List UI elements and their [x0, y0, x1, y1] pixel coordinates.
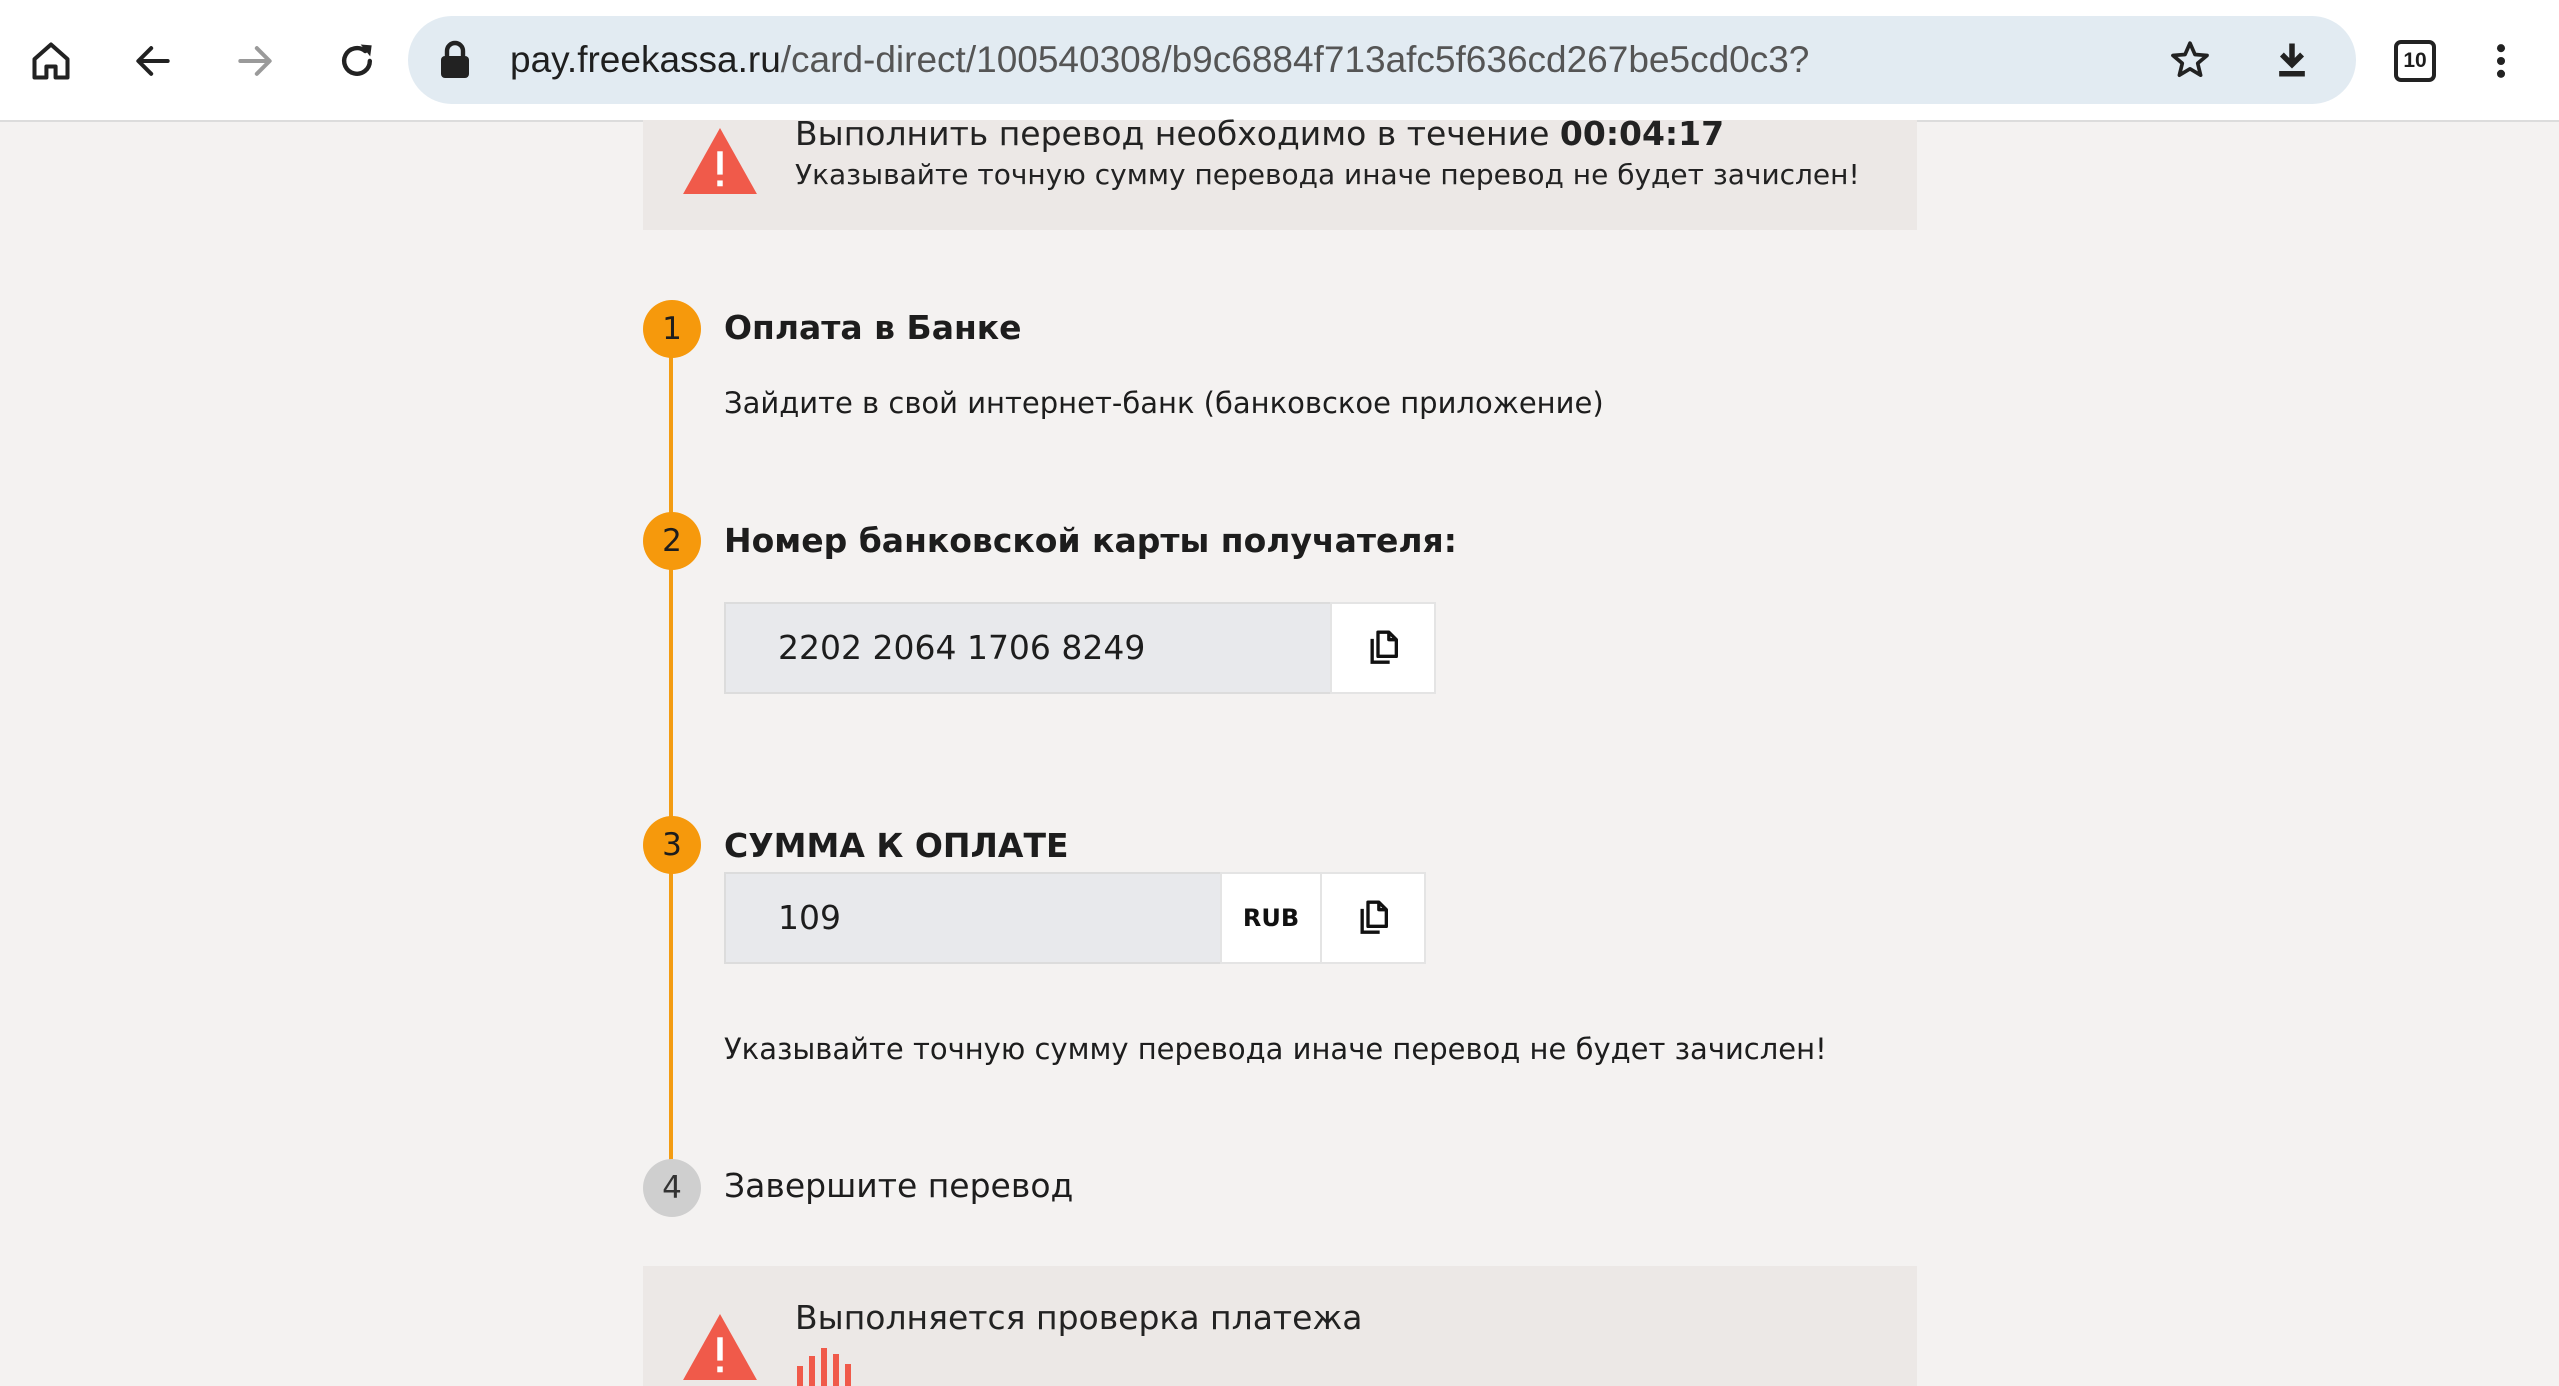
warning-icon	[683, 127, 757, 195]
copy-icon	[1360, 900, 1388, 934]
card-number-field[interactable]: 2202 2064 1706 8249	[724, 602, 1332, 694]
home-icon[interactable]	[16, 26, 86, 96]
more-icon[interactable]	[2466, 26, 2536, 96]
step-1-text: Зайдите в свой интернет-банк (банковское…	[724, 386, 1604, 420]
timer-alert-note: Указывайте точную сумму перевода иначе п…	[795, 158, 1860, 191]
warning-icon	[683, 1313, 757, 1381]
reload-icon[interactable]	[322, 26, 392, 96]
timer-alert-text: Выполнить перевод необходимо в течение 0…	[795, 114, 1724, 153]
amount-field[interactable]: 109	[724, 872, 1222, 964]
currency-text: RUB	[1242, 904, 1300, 932]
payment-status-alert: Выполняется проверка платежа	[643, 1266, 1917, 1386]
countdown-timer: 00:04:17	[1559, 114, 1725, 153]
loading-bars-icon	[797, 1348, 851, 1386]
back-icon[interactable]	[118, 26, 188, 96]
step-4-badge: 4	[643, 1159, 701, 1217]
star-icon[interactable]	[2160, 30, 2220, 90]
forward-icon[interactable]	[220, 26, 290, 96]
currency-label: RUB	[1220, 872, 1322, 964]
step-3-title: СУММА К ОПЛАТЕ	[724, 826, 1069, 865]
payment-status-text: Выполняется проверка платежа	[795, 1298, 1363, 1337]
copy-card-button[interactable]	[1330, 602, 1436, 694]
step-4-title: Завершите перевод	[724, 1166, 1074, 1205]
step-2-badge: 2	[643, 512, 701, 570]
step-3-badge: 3	[643, 816, 701, 874]
address-bar[interactable]: pay.freekassa.ru/card-direct/100540308/b…	[408, 16, 2356, 104]
step-1-title: Оплата в Банке	[724, 308, 1022, 347]
browser-toolbar: pay.freekassa.ru/card-direct/100540308/b…	[0, 0, 2559, 122]
timer-alert: Выполнить перевод необходимо в течение 0…	[643, 114, 1917, 230]
copy-icon	[1370, 630, 1398, 664]
url-text[interactable]: pay.freekassa.ru/card-direct/100540308/b…	[510, 16, 1809, 104]
steps-progress-line	[669, 345, 673, 1190]
copy-amount-button[interactable]	[1320, 872, 1426, 964]
step-1-badge: 1	[643, 300, 701, 358]
tabs-icon[interactable]: 10	[2380, 26, 2450, 96]
step-3-note: Указывайте точную сумму перевода иначе п…	[724, 1032, 1827, 1066]
download-icon[interactable]	[2262, 30, 2322, 90]
step-2-title: Номер банковской карты получателя:	[724, 521, 1457, 560]
url-path: /card-direct/100540308/b9c6884f713afc5f6…	[780, 39, 1810, 80]
tab-count: 10	[2394, 40, 2436, 82]
url-host: pay.freekassa.ru	[510, 39, 781, 80]
lock-icon	[441, 40, 469, 78]
timer-label: Выполнить перевод необходимо в течение	[795, 114, 1550, 153]
